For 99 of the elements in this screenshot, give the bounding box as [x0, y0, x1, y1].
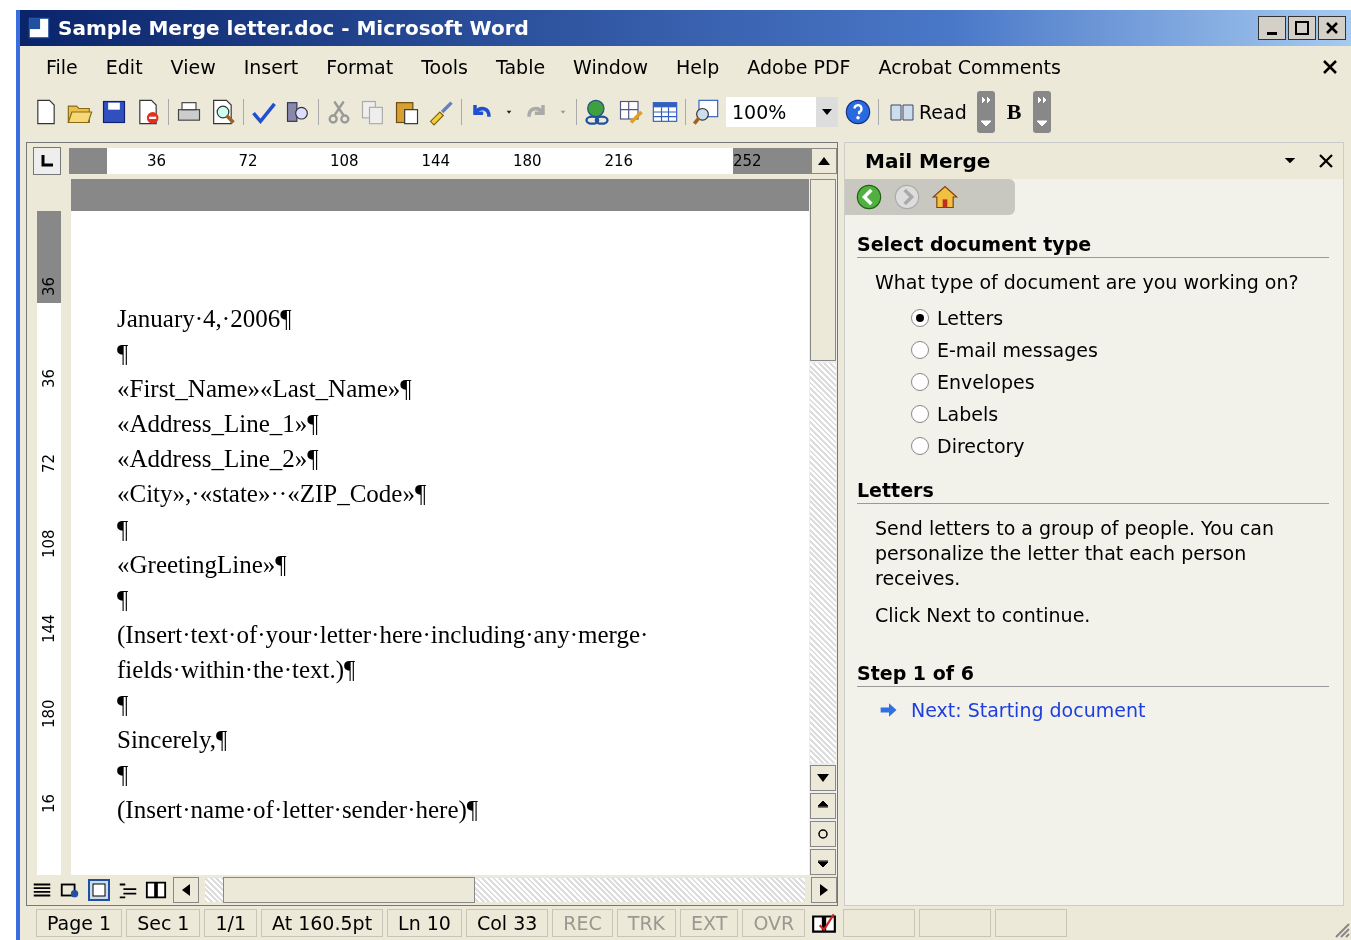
- menu-item[interactable]: Acrobat Comments: [864, 52, 1075, 82]
- status-field: TRK: [616, 909, 677, 937]
- section-heading: Letters: [857, 479, 1329, 504]
- menu-item[interactable]: View: [156, 52, 230, 82]
- document-paragraph: «City»,·«state»··«ZIP_Code»¶: [117, 479, 428, 510]
- radio-button[interactable]: [911, 341, 929, 359]
- document-map-icon[interactable]: [692, 98, 720, 126]
- status-field: 1/1: [204, 909, 258, 937]
- tab-stop-selector[interactable]: [33, 147, 61, 175]
- document-paragraph: ¶: [117, 339, 130, 370]
- save-icon[interactable]: [100, 98, 128, 126]
- radio-option[interactable]: Labels: [911, 403, 1329, 425]
- menu-item[interactable]: File: [32, 52, 92, 82]
- minimize-button[interactable]: [1258, 16, 1286, 40]
- down-arrow-icon: [817, 774, 829, 782]
- close-icon: [1325, 21, 1339, 35]
- document-paragraph: ¶: [117, 690, 130, 721]
- section-heading: Step 1 of 6: [857, 662, 1329, 687]
- menu-item[interactable]: Table: [481, 52, 560, 82]
- maximize-icon: [1295, 21, 1309, 35]
- pane-text: Send letters to a group of people. You can personalize the letter that each person receives.: [874, 516, 1275, 591]
- maximize-button[interactable]: [1288, 16, 1316, 40]
- help-icon[interactable]: [844, 98, 872, 126]
- pane-text: What type of document are you working on?: [874, 270, 1300, 295]
- radio-option[interactable]: Letters: [911, 307, 1329, 329]
- menu-item[interactable]: Help: [662, 52, 734, 82]
- left-arrow-icon: [182, 884, 190, 896]
- status-field: Col 33: [465, 909, 549, 937]
- double-down-arrow-icon: [817, 857, 829, 867]
- radio-option[interactable]: Envelopes: [911, 371, 1329, 393]
- document-paragraph: (Insert·name·of·letter·sender·here)¶: [117, 795, 480, 826]
- vertical-ruler: 36 36 72 108 144 180 16: [37, 211, 61, 875]
- menu-item[interactable]: Window: [559, 52, 663, 82]
- menu-item[interactable]: Adobe PDF: [733, 52, 865, 82]
- book-icon: [889, 102, 915, 122]
- radio-option[interactable]: Directory: [911, 435, 1329, 457]
- menu-item[interactable]: Insert: [229, 52, 313, 82]
- scroll-thumb[interactable]: [223, 877, 475, 903]
- pane-text: Click Next to continue.: [874, 603, 1092, 628]
- vertical-scrollbar[interactable]: [809, 179, 837, 875]
- dropdown-caret-icon[interactable]: [822, 109, 832, 115]
- radio-button[interactable]: [911, 309, 929, 327]
- reading-layout-icon[interactable]: [145, 879, 167, 901]
- double-up-arrow-icon: [817, 801, 829, 811]
- toolbar-options-icon[interactable]: [976, 91, 995, 133]
- status-field: EXT: [680, 909, 739, 937]
- horizontal-ruler: 36 72 108 144 180 216 252: [69, 148, 811, 174]
- radio-button[interactable]: [911, 373, 929, 391]
- scroll-down-button[interactable]: [810, 765, 836, 791]
- document-paragraph: «Address_Line_2»¶: [117, 444, 320, 475]
- tables-borders-icon[interactable]: [617, 98, 645, 126]
- minimize-icon: [1267, 31, 1277, 35]
- previous-page-button[interactable]: [810, 793, 836, 819]
- document-paragraph: ¶: [117, 514, 130, 545]
- back-icon[interactable]: [855, 183, 883, 211]
- close-button[interactable]: [1318, 16, 1346, 40]
- status-field: Sec 1: [126, 909, 201, 937]
- document-paragraph: ¶: [117, 584, 130, 615]
- status-field: REC: [552, 909, 613, 937]
- radio-button[interactable]: [911, 405, 929, 423]
- document-paragraph: «First_Name»«Last_Name»¶: [117, 374, 413, 405]
- status-field: At 160.5pt: [261, 909, 384, 937]
- right-arrow-icon: [820, 884, 828, 896]
- status-field: Ln 10: [387, 909, 462, 937]
- status-field: Page 1: [36, 909, 123, 937]
- bold-button[interactable]: B: [1000, 99, 1028, 125]
- word-app-icon[interactable]: [26, 15, 52, 41]
- window-title: Sample Merge letter.doc - Microsoft Word: [58, 16, 529, 40]
- next-link[interactable]: Next: Starting document: [911, 699, 1146, 721]
- toolbar-options-icon[interactable]: [1033, 91, 1052, 133]
- document-paragraph: January·4,·2006¶: [117, 304, 293, 334]
- section-heading: Select document type: [857, 233, 1329, 258]
- scroll-right-button[interactable]: [811, 877, 837, 903]
- radio-option[interactable]: E-mail messages: [911, 339, 1329, 361]
- scroll-thumb[interactable]: [810, 179, 836, 361]
- document-paragraph: «Address_Line_1»¶: [117, 409, 320, 440]
- home-icon[interactable]: [931, 183, 959, 211]
- document-paragraph: «GreetingLine»¶: [117, 549, 288, 580]
- document-paragraph: Sincerely,¶: [117, 725, 229, 756]
- read-button[interactable]: Read: [885, 101, 971, 123]
- circle-icon: [817, 828, 829, 840]
- select-browse-object-button[interactable]: [810, 821, 836, 847]
- scroll-up-button[interactable]: [811, 148, 837, 174]
- document-paragraph: (Insert·text·of·your·letter·here·including·any·merge·fields·within·the·text.)¶: [117, 619, 650, 685]
- hyperlink-icon[interactable]: [583, 98, 611, 126]
- radio-button[interactable]: [911, 437, 929, 455]
- up-arrow-icon: [818, 157, 830, 165]
- document-paragraph: ¶: [117, 760, 130, 791]
- close-icon[interactable]: [1317, 152, 1335, 170]
- menu-item[interactable]: Tools: [407, 52, 482, 82]
- pane-title: Mail Merge: [865, 149, 991, 173]
- scroll-left-button[interactable]: [173, 877, 199, 903]
- next-page-button[interactable]: [810, 849, 836, 875]
- left-tab-icon: [41, 155, 53, 167]
- menu-item[interactable]: Edit: [91, 52, 157, 82]
- menu-item[interactable]: Format: [312, 52, 408, 82]
- horizontal-scrollbar[interactable]: [205, 878, 805, 902]
- print-layout-icon[interactable]: [87, 878, 111, 902]
- status-field: OVR: [742, 909, 806, 937]
